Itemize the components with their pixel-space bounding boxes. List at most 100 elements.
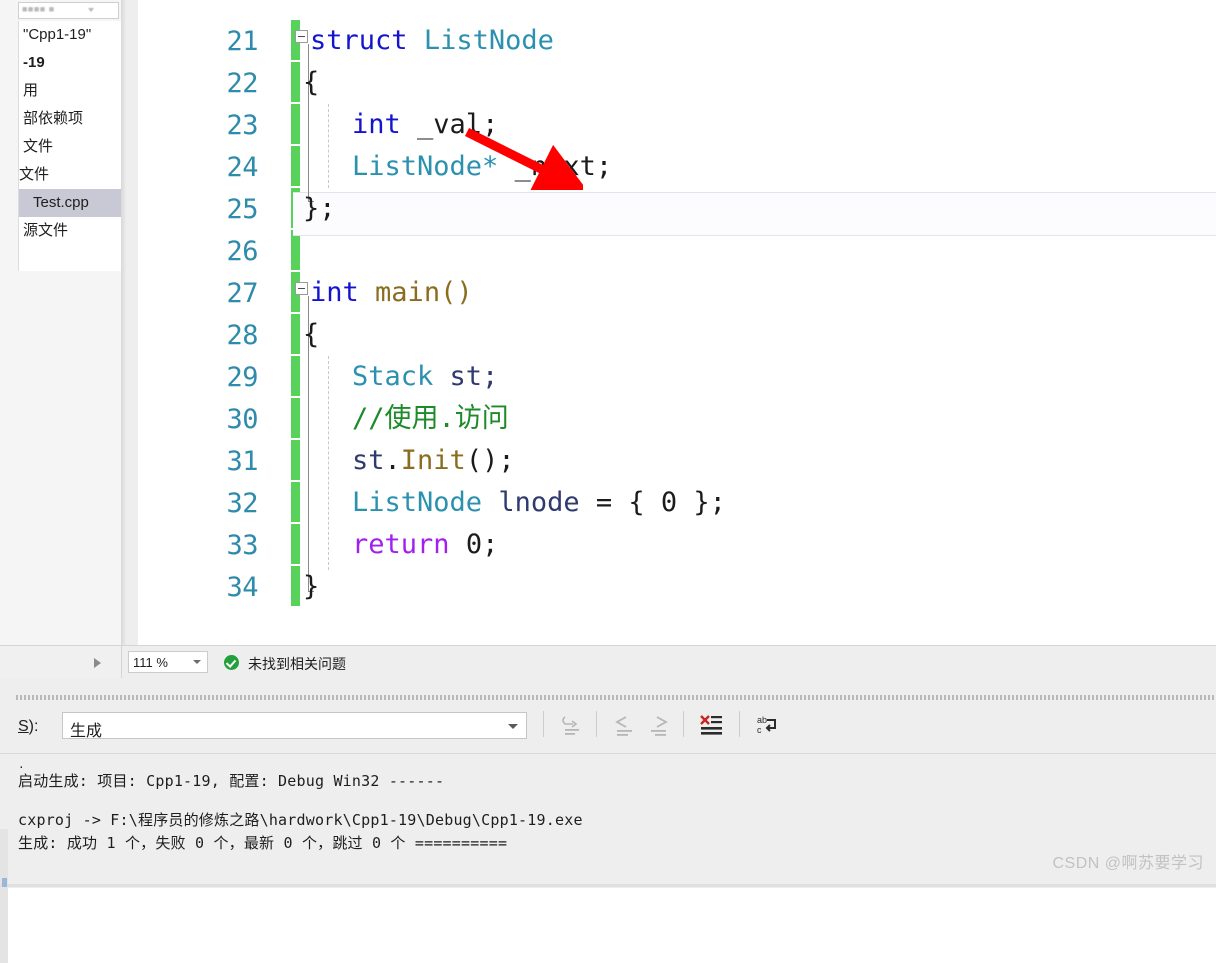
token-dot: . xyxy=(384,445,401,476)
token-ident-st2: st xyxy=(352,445,385,476)
tree-item-header-files[interactable]: 文件 xyxy=(19,133,121,161)
chevron-down-icon[interactable] xyxy=(193,660,201,664)
code-editor[interactable]: 21 22 23 24 25 26 27 28 29 30 31 32 33 3… xyxy=(138,0,1216,645)
zoom-level-value: 111 % xyxy=(133,655,168,670)
svg-text:c: c xyxy=(757,725,762,735)
svg-text:ab: ab xyxy=(757,715,767,725)
csdn-watermark: CSDN @啊苏要学习 xyxy=(1052,855,1204,872)
output-source-value: 生成 xyxy=(70,723,103,740)
output-source-label: S): xyxy=(18,718,39,735)
code-line-22[interactable]: { xyxy=(303,62,319,104)
code-line-21[interactable]: struct ListNode xyxy=(310,20,554,62)
token-ident-st: st; xyxy=(449,361,499,392)
line-number: 25 xyxy=(226,194,258,225)
solution-explorer-tree[interactable]: "Cpp1-19" -19 用 部依赖项 文件 文件 Test.cpp 源文件 xyxy=(18,21,121,271)
code-line-32[interactable]: ListNode lnode = { 0 }; xyxy=(352,482,726,524)
go-to-previous-message-icon[interactable] xyxy=(610,712,638,738)
toolbar-separator xyxy=(683,711,684,737)
toolbar-separator xyxy=(543,711,544,737)
change-bar xyxy=(291,104,300,144)
expand-right-icon[interactable] xyxy=(94,658,101,668)
line-number: 30 xyxy=(226,404,258,435)
line-number: 34 xyxy=(226,572,258,603)
collapse-struct-icon[interactable] xyxy=(295,30,308,43)
token-type-stack: Stack xyxy=(352,361,434,392)
line-number: 23 xyxy=(226,110,258,141)
toolbar-separator xyxy=(739,711,740,737)
line-number: 22 xyxy=(226,68,258,99)
line-number: 32 xyxy=(226,488,258,519)
go-to-next-message-icon[interactable] xyxy=(645,712,673,738)
token-type-listnode2: ListNode xyxy=(352,487,483,518)
line-number: 29 xyxy=(226,362,258,393)
change-bar xyxy=(291,356,300,396)
editor-left-margin xyxy=(126,0,138,645)
current-line-highlight xyxy=(293,192,1216,236)
code-line-27[interactable]: int main() xyxy=(310,272,473,314)
change-bar xyxy=(291,524,300,564)
token-zero-return: 0; xyxy=(465,529,499,560)
tree-item-resource-files[interactable]: 源文件 xyxy=(19,217,121,245)
change-bar xyxy=(291,482,300,522)
token-keyword-return: return xyxy=(352,529,450,560)
token-fn-init: Init xyxy=(400,445,466,476)
console-line-3: cxproj -> F:\程序员的修炼之路\hardwork\Cpp1-19\D… xyxy=(18,811,583,829)
line-number: 21 xyxy=(226,26,258,57)
code-line-30[interactable]: //使用.访问 xyxy=(352,398,509,440)
code-line-33[interactable]: return 0; xyxy=(352,524,498,566)
token-equals-brace: = { xyxy=(595,487,661,518)
token-close-brace-semi: }; xyxy=(303,193,336,224)
code-line-25[interactable]: }; xyxy=(303,188,336,230)
token-keyword-struct: struct xyxy=(310,25,408,56)
panel-splitter[interactable] xyxy=(16,695,1216,700)
code-line-29[interactable]: Stack st; xyxy=(352,356,498,398)
code-line-34[interactable]: } xyxy=(303,566,319,608)
code-line-28[interactable]: { xyxy=(303,314,319,356)
token-brace-close-main: } xyxy=(303,571,320,602)
tree-item-solution[interactable]: "Cpp1-19" xyxy=(19,21,121,49)
console-margin xyxy=(0,829,8,963)
line-number: 31 xyxy=(226,446,258,477)
code-line-31[interactable]: st.Init(); xyxy=(352,440,515,482)
token-brace-open: { xyxy=(303,67,320,98)
console-line-4: 生成: 成功 1 个，失败 0 个，最新 0 个，跳过 0 个 ========… xyxy=(18,834,508,852)
search-placeholder-text: ■■■■ ■ xyxy=(22,4,55,14)
token-ident-lnode: lnode xyxy=(498,487,580,518)
toolbar-separator xyxy=(596,711,597,737)
tree-item-source-files[interactable]: 文件 xyxy=(19,161,121,189)
change-bar xyxy=(291,230,300,270)
change-bar xyxy=(291,566,300,606)
token-zero: 0 xyxy=(660,487,678,518)
indent-guide xyxy=(328,104,329,188)
chevron-down-icon[interactable] xyxy=(508,724,518,729)
resize-handle[interactable] xyxy=(2,878,7,887)
change-bar xyxy=(291,62,300,102)
accesskey-s: S xyxy=(18,718,29,735)
line-number: 33 xyxy=(226,530,258,561)
line-number: 24 xyxy=(226,152,258,183)
token-keyword-int-main: int xyxy=(310,277,359,308)
issue-status-text: 未找到相关问题 xyxy=(248,656,346,672)
token-close-brace: }; xyxy=(677,487,726,518)
collapse-main-icon[interactable] xyxy=(295,282,308,295)
toggle-word-wrap-icon[interactable]: ab c xyxy=(753,712,781,738)
clear-output-icon[interactable] xyxy=(558,712,586,738)
console-line-1: 启动生成: 项目: Cpp1-19, 配置: Debug Win32 -----… xyxy=(18,772,445,790)
token-comment: //使用.访问 xyxy=(352,403,509,434)
clear-all-icon[interactable] xyxy=(697,712,725,738)
chevron-down-icon[interactable] xyxy=(88,8,94,12)
change-bar xyxy=(291,440,300,480)
change-bar xyxy=(291,146,300,186)
tree-item-references[interactable]: 用 xyxy=(19,77,121,105)
tree-item-test-cpp[interactable]: Test.cpp xyxy=(19,189,121,217)
token-fn-main: main() xyxy=(375,277,473,308)
token-keyword-int: int xyxy=(352,109,401,140)
editor-status-bar: 111 % 未找到相关问题 xyxy=(0,645,1216,679)
output-source-combo[interactable] xyxy=(62,712,527,739)
output-panel: S): 生成 ab c . 启动生成: 项目: Cpp1-19, 配置: Deb… xyxy=(0,678,1216,963)
solution-explorer-status xyxy=(0,646,122,679)
tree-item-external-dependencies[interactable]: 部依赖项 xyxy=(19,105,121,133)
line-number: 28 xyxy=(226,320,258,351)
token-parens-semi: (); xyxy=(465,445,515,476)
tree-item-project[interactable]: -19 xyxy=(19,49,121,77)
